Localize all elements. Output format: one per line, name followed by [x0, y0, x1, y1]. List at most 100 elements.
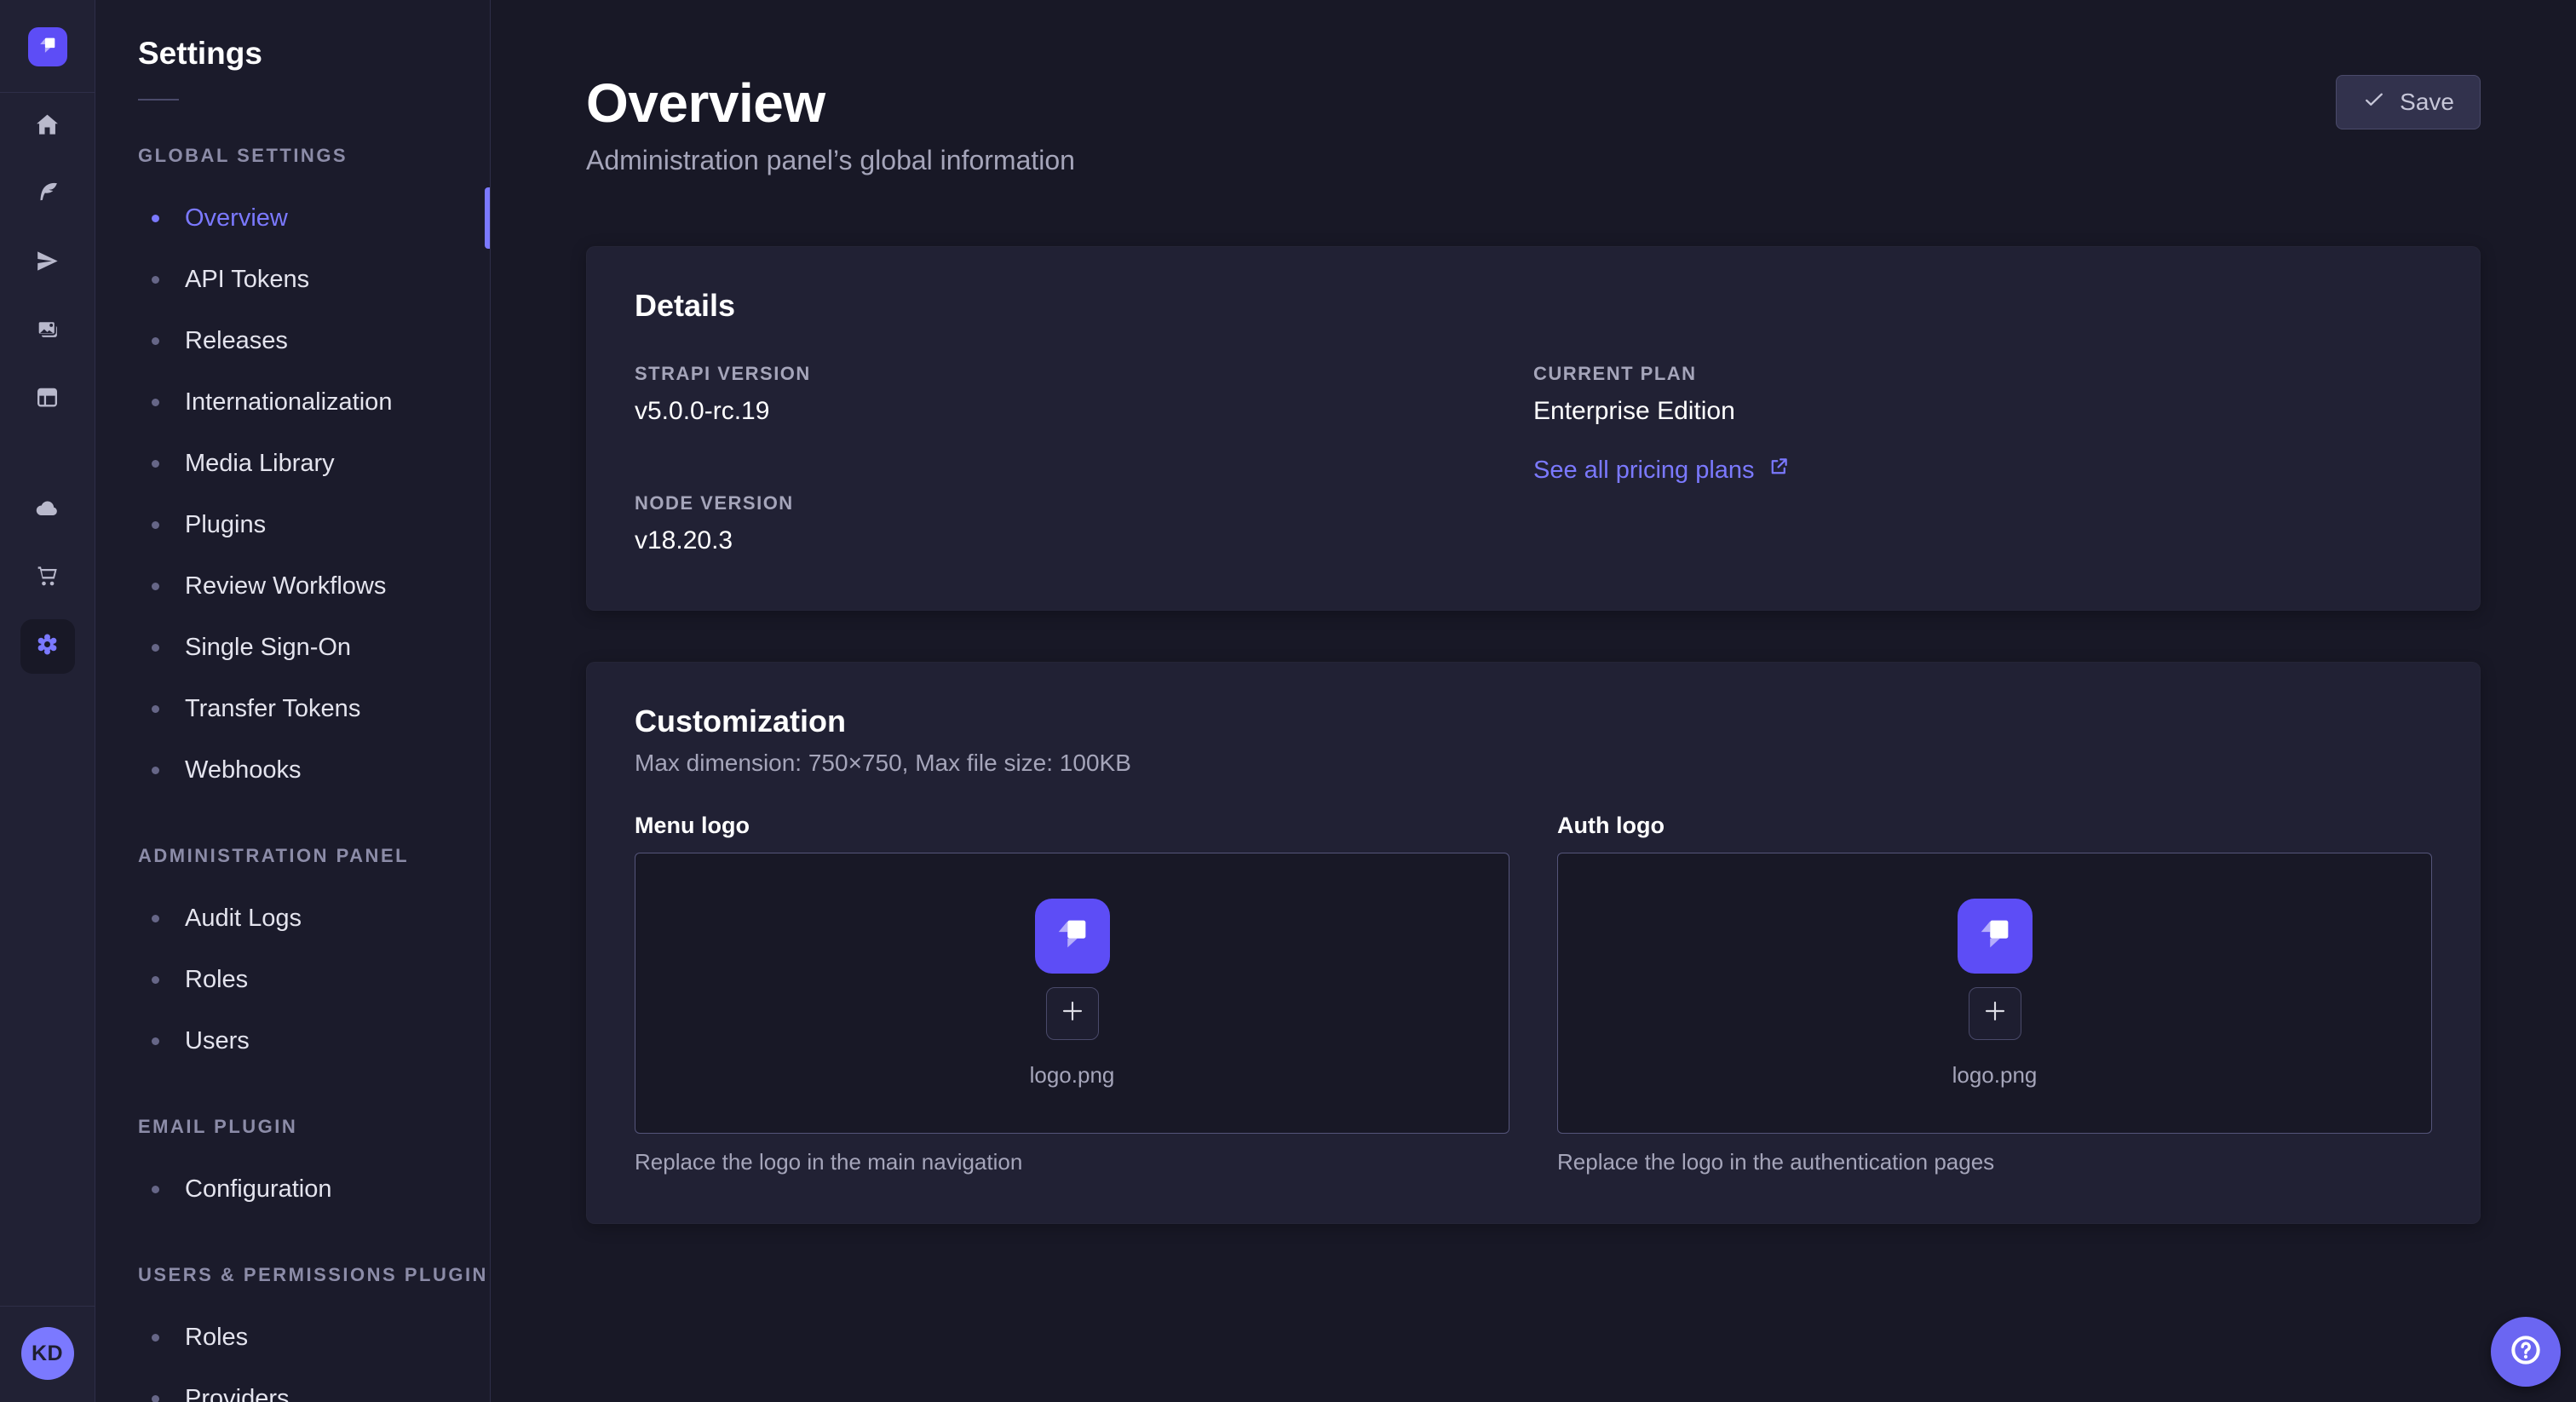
media-library-icon	[34, 316, 60, 347]
sidebar-item-label: Overview	[185, 204, 288, 233]
question-mark-icon	[2507, 1331, 2544, 1373]
nav-home-button[interactable]	[0, 93, 95, 161]
details-heading: Details	[635, 288, 2432, 324]
customization-subheading: Max dimension: 750×750, Max file size: 1…	[635, 750, 2432, 777]
cart-icon	[34, 563, 60, 594]
settings-subnav: Settings GLOBAL SETTINGS Overview API To…	[95, 0, 491, 1402]
save-button[interactable]: Save	[2336, 75, 2481, 129]
bullet-icon	[152, 767, 159, 774]
sidebar-item-email-configuration[interactable]: Configuration	[95, 1158, 490, 1220]
save-button-label: Save	[2400, 89, 2454, 116]
menu-logo-dropzone[interactable]: logo.png	[635, 853, 1509, 1134]
section-administration-panel: ADMINISTRATION PANEL	[138, 845, 490, 867]
sidebar-item-admin-users[interactable]: Users	[95, 1010, 490, 1072]
sidebar-item-overview[interactable]: Overview	[95, 187, 490, 249]
page-header: Overview Administration panel’s global i…	[586, 0, 2481, 176]
sidebar-item-label: Releases	[185, 327, 288, 355]
global-settings-list: Overview API Tokens Releases Internation…	[95, 187, 490, 801]
home-icon	[34, 112, 60, 142]
sidebar-item-label: Roles	[185, 1324, 248, 1352]
sidebar-item-releases[interactable]: Releases	[95, 310, 490, 371]
menu-logo-preview	[1035, 899, 1110, 974]
plus-icon	[1981, 997, 2009, 1029]
sidebar-item-admin-roles[interactable]: Roles	[95, 949, 490, 1010]
section-email-plugin: EMAIL PLUGIN	[138, 1116, 490, 1138]
subnav-title: Settings	[138, 36, 490, 72]
details-grid: STRAPI VERSION v5.0.0-rc.19 NODE VERSION…	[635, 363, 2432, 555]
details-left-column: STRAPI VERSION v5.0.0-rc.19 NODE VERSION…	[635, 363, 1533, 555]
settings-active-tile	[20, 619, 75, 674]
current-plan-field: CURRENT PLAN Enterprise Edition	[1533, 363, 1735, 426]
bullet-icon	[152, 583, 159, 590]
strapi-home-button[interactable]	[28, 27, 67, 66]
pricing-plans-link[interactable]: See all pricing plans	[1533, 455, 1791, 486]
sidebar-item-internationalization[interactable]: Internationalization	[95, 371, 490, 433]
users-permissions-list: Roles Providers	[95, 1307, 490, 1402]
sidebar-item-label: Single Sign-On	[185, 634, 351, 662]
plus-icon	[1059, 997, 1086, 1029]
sidebar-item-transfer-tokens[interactable]: Transfer Tokens	[95, 678, 490, 739]
auth-logo-dropzone[interactable]: logo.png	[1557, 853, 2432, 1134]
sidebar-item-label: Review Workflows	[185, 572, 386, 600]
sidebar-item-label: Transfer Tokens	[185, 695, 360, 723]
gear-icon	[34, 631, 60, 662]
sidebar-item-label: Roles	[185, 966, 248, 994]
page-title: Overview	[586, 72, 2481, 135]
section-global-settings: GLOBAL SETTINGS	[138, 145, 490, 167]
subnav-title-divider	[138, 99, 179, 101]
node-version-label: NODE VERSION	[635, 492, 794, 514]
external-link-icon	[1767, 455, 1791, 486]
strapi-logo-icon	[1052, 913, 1093, 958]
current-plan-value: Enterprise Edition	[1533, 397, 1735, 426]
strapi-version-label: STRAPI VERSION	[635, 363, 811, 385]
sidebar-item-review-workflows[interactable]: Review Workflows	[95, 555, 490, 617]
main-content: Overview Administration panel’s global i…	[491, 0, 2576, 1402]
nav-marketplace-button[interactable]	[0, 544, 95, 612]
section-users-permissions-plugin: USERS & PERMISSIONS PLUGIN	[138, 1264, 490, 1286]
nav-content-builder-button[interactable]	[0, 161, 95, 229]
sidebar-item-api-tokens[interactable]: API Tokens	[95, 249, 490, 310]
bullet-icon	[152, 976, 159, 984]
menu-logo-filename: logo.png	[1030, 1062, 1115, 1089]
bullet-icon	[152, 399, 159, 406]
sidebar-item-up-providers[interactable]: Providers	[95, 1368, 490, 1402]
sidebar-item-plugins[interactable]: Plugins	[95, 494, 490, 555]
menu-logo-add-button[interactable]	[1046, 987, 1099, 1040]
help-button[interactable]	[2491, 1317, 2561, 1387]
bullet-icon	[152, 1334, 159, 1342]
logo-uploads-row: Menu logo	[635, 813, 2432, 1175]
administration-panel-list: Audit Logs Roles Users	[95, 888, 490, 1072]
bullet-icon	[152, 276, 159, 284]
auth-logo-add-button[interactable]	[1969, 987, 2021, 1040]
layout-icon	[34, 384, 60, 415]
bullet-icon	[152, 1037, 159, 1045]
sidebar-item-up-roles[interactable]: Roles	[95, 1307, 490, 1368]
sidebar-item-webhooks[interactable]: Webhooks	[95, 739, 490, 801]
bullet-icon	[152, 1186, 159, 1193]
details-right-column: CURRENT PLAN Enterprise Edition See all …	[1533, 363, 2432, 555]
sidebar-item-single-sign-on[interactable]: Single Sign-On	[95, 617, 490, 678]
nav-cloud-button[interactable]	[0, 476, 95, 544]
bullet-icon	[152, 915, 159, 922]
sidebar-item-label: Providers	[185, 1385, 290, 1402]
nav-content-manager-button[interactable]	[0, 365, 95, 434]
sidebar-item-label: API Tokens	[185, 266, 309, 294]
strapi-logo-icon	[37, 34, 59, 60]
sidebar-item-label: Plugins	[185, 511, 266, 539]
paper-plane-icon	[34, 248, 60, 279]
nav-deploy-button[interactable]	[0, 229, 95, 297]
auth-logo-section: Auth logo	[1557, 813, 2432, 1175]
node-version-value: v18.20.3	[635, 526, 794, 555]
menu-logo-hint: Replace the logo in the main navigation	[635, 1149, 1509, 1175]
current-plan-label: CURRENT PLAN	[1533, 363, 1735, 385]
user-avatar[interactable]: KD	[21, 1327, 74, 1380]
nav-settings-button[interactable]	[0, 612, 95, 681]
active-item-indicator	[485, 187, 490, 249]
sidebar-item-label: Configuration	[185, 1175, 332, 1204]
bullet-icon	[152, 460, 159, 468]
nav-media-library-button[interactable]	[0, 297, 95, 365]
bullet-icon	[152, 521, 159, 529]
sidebar-item-audit-logs[interactable]: Audit Logs	[95, 888, 490, 949]
sidebar-item-media-library[interactable]: Media Library	[95, 433, 490, 494]
email-plugin-list: Configuration	[95, 1158, 490, 1220]
